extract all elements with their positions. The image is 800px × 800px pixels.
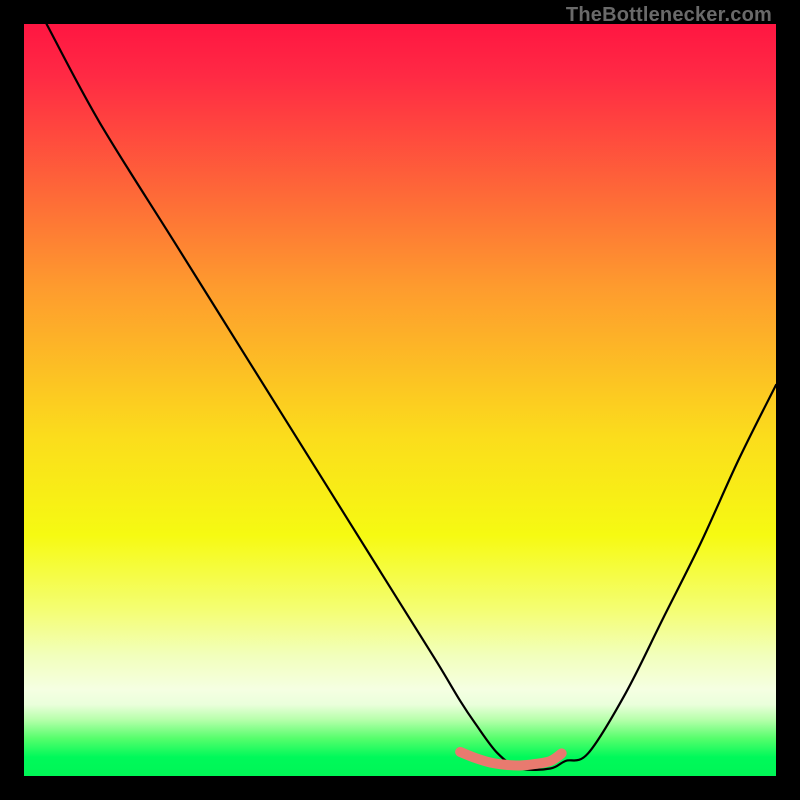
attribution-text: TheBottlenecker.com [566,4,772,27]
plot-area [24,24,776,776]
chart-frame: TheBottlenecker.com [0,0,800,800]
gradient-bg [24,24,776,776]
chart-svg [24,24,776,776]
